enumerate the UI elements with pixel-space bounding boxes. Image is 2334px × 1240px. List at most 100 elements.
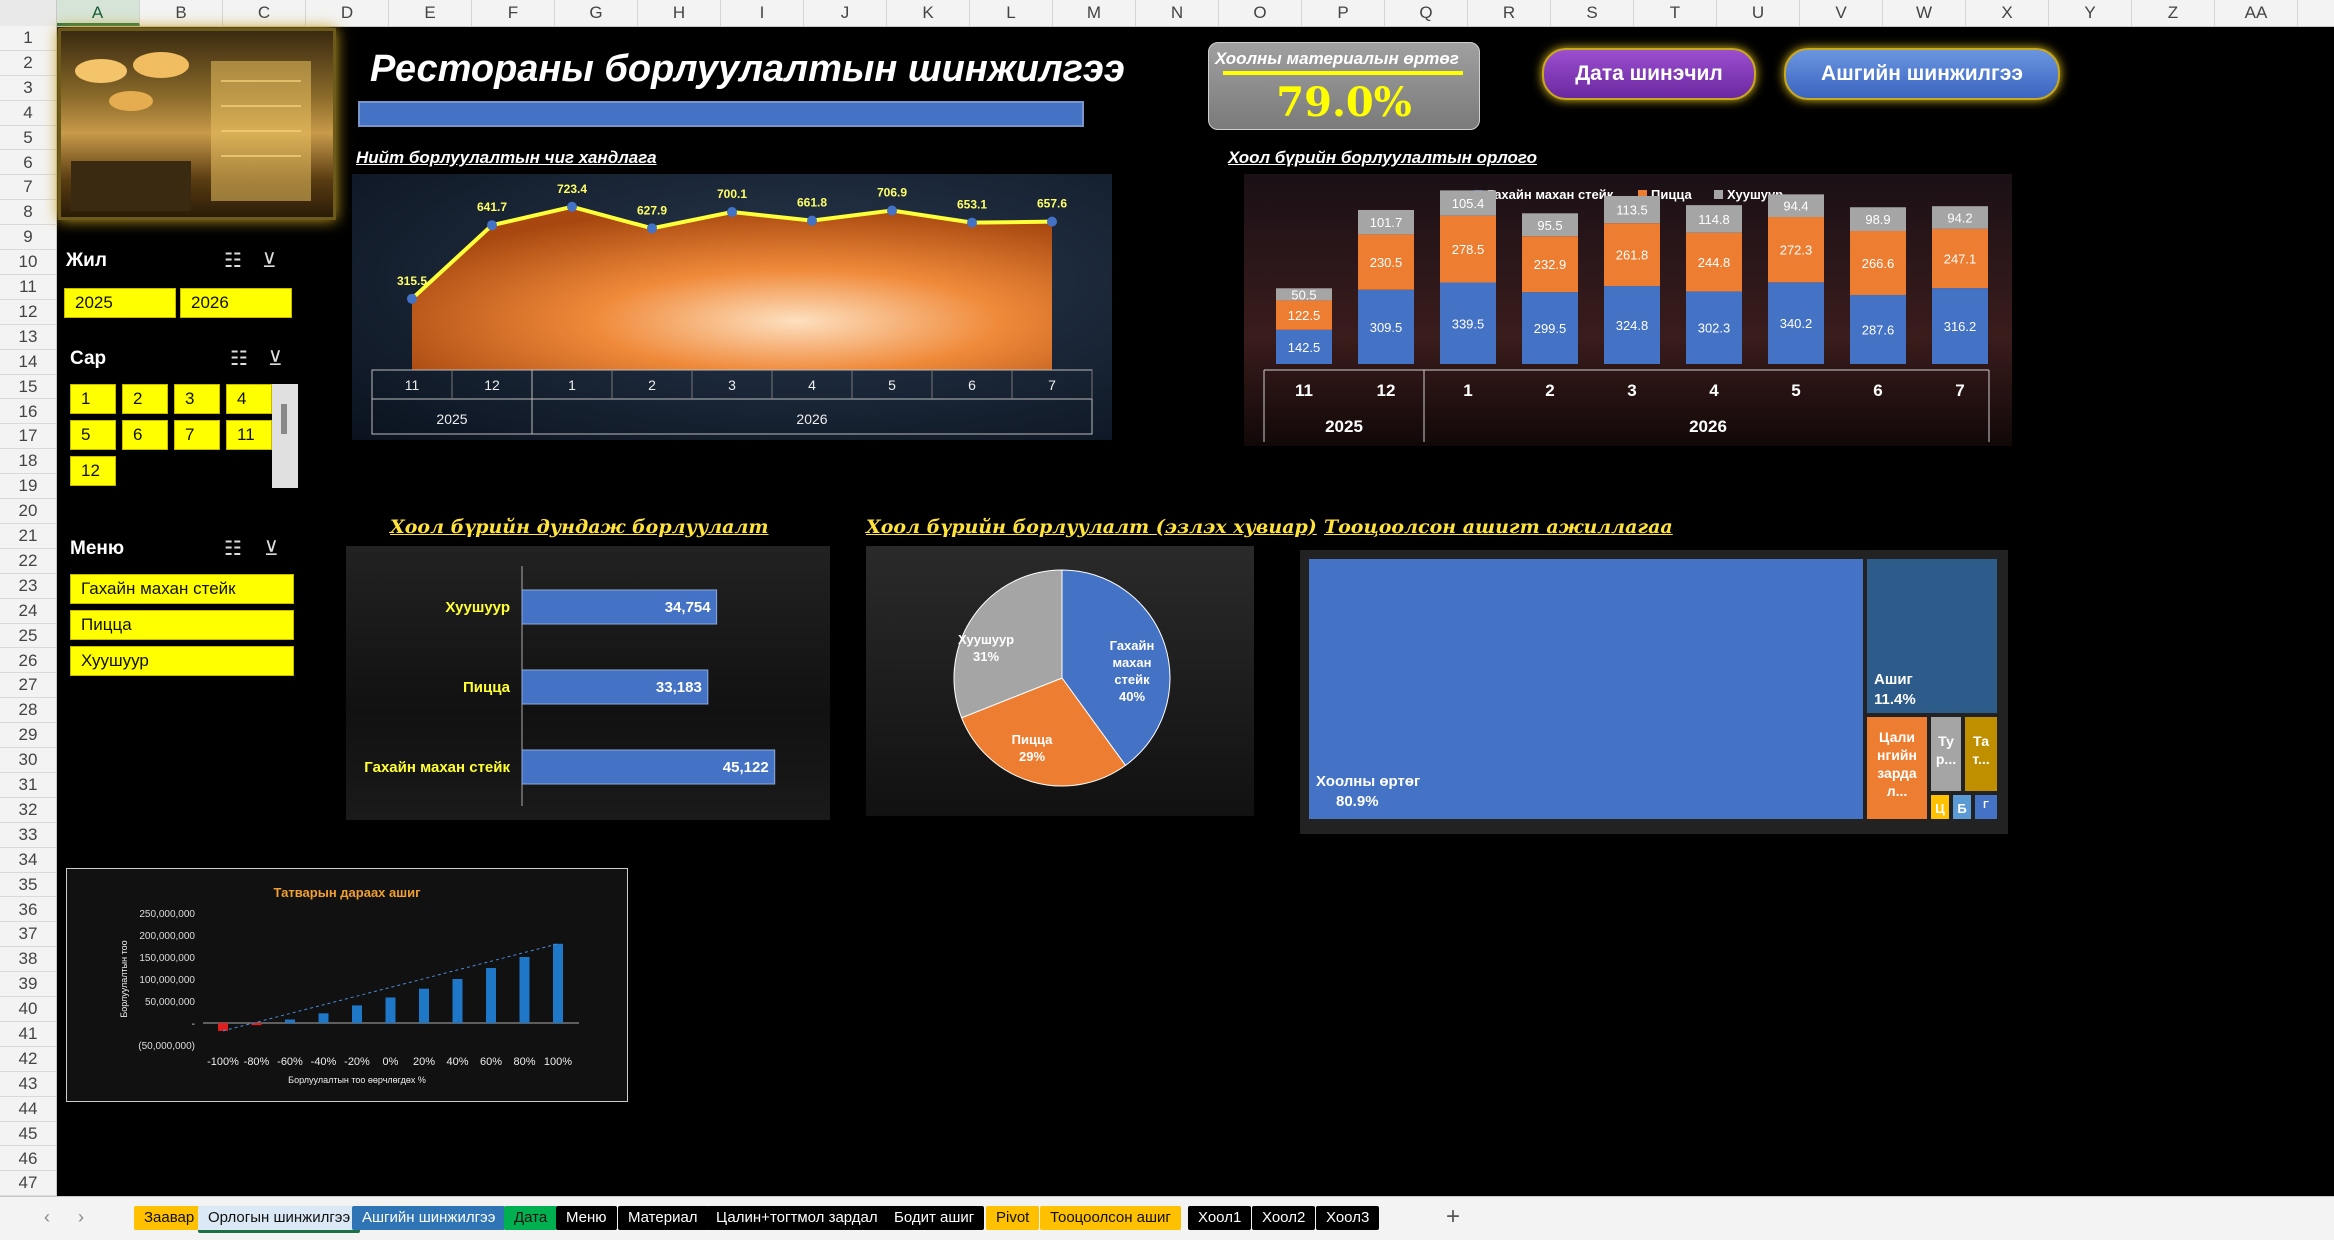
row-header[interactable]: 45: [0, 1122, 56, 1147]
column-header[interactable]: B: [140, 0, 223, 26]
column-header[interactable]: S: [1551, 0, 1634, 26]
revenue-stacked-chart[interactable]: Гахайн махан стейк Пицца Хуушуур 142.5 122.5…: [1244, 174, 2012, 446]
trend-chart[interactable]: 315.5 641.7 723.4 627.9 700.1 661.8 706.9 653.1…: [352, 174, 1112, 440]
month-chip[interactable]: 6: [122, 420, 168, 450]
row-header[interactable]: 40: [0, 997, 56, 1022]
row-header[interactable]: 43: [0, 1072, 56, 1097]
month-chip[interactable]: 3: [174, 384, 220, 414]
row-header[interactable]: 24: [0, 599, 56, 624]
row-header[interactable]: 17: [0, 424, 56, 450]
slicer-scrollbar[interactable]: [272, 384, 298, 488]
multi-select-icon[interactable]: ☷: [224, 536, 242, 561]
sheet-tab[interactable]: Хоол1: [1188, 1206, 1252, 1230]
menu-chip[interactable]: Пицца: [70, 610, 294, 640]
column-header[interactable]: G: [555, 0, 638, 26]
row-header[interactable]: 22: [0, 549, 56, 574]
row-header[interactable]: 10: [0, 250, 56, 275]
sheet-tab[interactable]: Хоол3: [1316, 1206, 1380, 1230]
row-header[interactable]: 27: [0, 673, 56, 699]
row-header[interactable]: 41: [0, 1022, 56, 1047]
sheet-tab[interactable]: Меню: [556, 1206, 617, 1230]
column-header[interactable]: W: [1883, 0, 1966, 26]
row-header[interactable]: 19: [0, 474, 56, 500]
month-chip[interactable]: 1: [70, 384, 116, 414]
row-header[interactable]: 37: [0, 922, 56, 948]
clear-filter-icon[interactable]: ⊻: [264, 536, 279, 561]
share-pie-chart[interactable]: Гахайн махан стейк 40% Пицца 29% Хуушуур 31%: [866, 546, 1254, 816]
row-header[interactable]: 1: [0, 26, 56, 51]
next-sheet-icon[interactable]: ›: [78, 1207, 84, 1228]
column-header[interactable]: R: [1468, 0, 1551, 26]
column-header[interactable]: A: [56, 0, 140, 26]
row-header[interactable]: 2: [0, 51, 56, 76]
clear-filter-icon[interactable]: ⊻: [268, 346, 283, 371]
column-header[interactable]: O: [1219, 0, 1302, 26]
row-header[interactable]: 6: [0, 151, 56, 176]
row-header[interactable]: 29: [0, 723, 56, 749]
row-header[interactable]: 30: [0, 748, 56, 773]
column-header[interactable]: AA: [2215, 0, 2298, 26]
sheet-tab[interactable]: Ашгийн шинжилгээ: [352, 1206, 506, 1230]
data-refresh-button[interactable]: Дата шинэчил: [1542, 48, 1756, 100]
column-header[interactable]: Y: [2049, 0, 2132, 26]
column-header[interactable]: Q: [1385, 0, 1468, 26]
row-header[interactable]: 14: [0, 350, 56, 375]
column-header[interactable]: L: [970, 0, 1053, 26]
column-header[interactable]: U: [1717, 0, 1800, 26]
sheet-tab[interactable]: Хоол2: [1252, 1206, 1316, 1230]
year-chip[interactable]: 2026: [180, 288, 292, 318]
row-header[interactable]: 20: [0, 499, 56, 524]
row-header[interactable]: 5: [0, 126, 56, 151]
row-header[interactable]: 21: [0, 524, 56, 549]
multi-select-icon[interactable]: ☷: [230, 346, 248, 371]
row-header[interactable]: 23: [0, 574, 56, 599]
column-header[interactable]: I: [721, 0, 804, 26]
row-header[interactable]: 36: [0, 898, 56, 923]
clear-filter-icon[interactable]: ⊻: [262, 248, 277, 273]
row-header[interactable]: 12: [0, 300, 56, 325]
row-header[interactable]: 11: [0, 275, 56, 300]
column-header[interactable]: F: [472, 0, 555, 26]
month-chip[interactable]: 7: [174, 420, 220, 450]
row-header[interactable]: 13: [0, 325, 56, 350]
month-chip[interactable]: 4: [226, 384, 272, 414]
column-header[interactable]: V: [1800, 0, 1883, 26]
row-header[interactable]: 18: [0, 449, 56, 475]
row-header[interactable]: 32: [0, 798, 56, 823]
column-header[interactable]: P: [1302, 0, 1385, 26]
column-header[interactable]: M: [1053, 0, 1136, 26]
year-chip[interactable]: 2025: [64, 288, 176, 318]
avg-sales-chart[interactable]: 34,754 Хуушуур 33,183 Пицца 45,122 Гахайн мах…: [346, 546, 830, 820]
column-header[interactable]: Z: [2132, 0, 2215, 26]
column-header[interactable]: C: [223, 0, 306, 26]
row-header[interactable]: 35: [0, 873, 56, 898]
column-header[interactable]: T: [1634, 0, 1717, 26]
menu-chip[interactable]: Гахайн махан стейк: [70, 574, 294, 604]
row-header[interactable]: 46: [0, 1147, 56, 1172]
column-header[interactable]: X: [1966, 0, 2049, 26]
sheet-tab[interactable]: Цалин+тогтмол зардал: [706, 1206, 888, 1230]
after-tax-profit-chart[interactable]: Татварын дараах ашиг 250,000,000 200,000,0…: [66, 868, 628, 1102]
row-header[interactable]: 4: [0, 101, 56, 126]
column-header[interactable]: K: [887, 0, 970, 26]
row-header[interactable]: 44: [0, 1097, 56, 1122]
prev-sheet-icon[interactable]: ‹: [44, 1207, 50, 1228]
row-header[interactable]: 9: [0, 225, 56, 251]
row-header[interactable]: 26: [0, 649, 56, 674]
month-chip[interactable]: 11: [226, 420, 272, 450]
month-chip[interactable]: 5: [70, 420, 116, 450]
multi-select-icon[interactable]: ☷: [224, 248, 242, 273]
column-header[interactable]: J: [804, 0, 887, 26]
row-header[interactable]: 28: [0, 698, 56, 724]
select-all-corner[interactable]: [0, 0, 57, 27]
row-header[interactable]: 3: [0, 76, 56, 101]
sheet-tab[interactable]: Орлогын шинжилгээ: [198, 1206, 361, 1233]
slicer-scroll-thumb[interactable]: [281, 404, 287, 434]
row-header[interactable]: 39: [0, 972, 56, 998]
column-header[interactable]: N: [1136, 0, 1219, 26]
column-header[interactable]: D: [306, 0, 389, 26]
sheet-tab[interactable]: Тооцоолсон ашиг: [1040, 1206, 1181, 1230]
sheet-tab[interactable]: Дата: [504, 1206, 558, 1230]
profit-analysis-button[interactable]: Ашгийн шинжилгээ: [1784, 48, 2060, 100]
month-chip[interactable]: 12: [70, 456, 116, 486]
